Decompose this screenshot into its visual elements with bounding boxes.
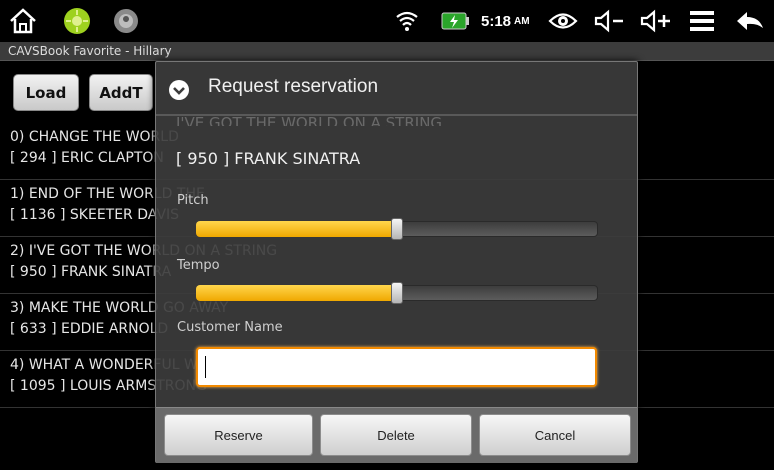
clock-time: 5:18 [481, 12, 512, 30]
app-title: CAVSBook Favorite - Hillary [8, 44, 172, 58]
song-title: 0) CHANGE THE WORLD [10, 129, 179, 145]
status-bar: 5:18 AM [0, 0, 774, 42]
home-icon[interactable] [6, 0, 40, 42]
tempo-slider[interactable] [196, 282, 598, 304]
volume-down-icon[interactable] [590, 0, 630, 42]
customer-name-label: Customer Name [177, 320, 283, 335]
tempo-fill [196, 285, 397, 301]
app-title-bar: CAVSBook Favorite - Hillary [0, 42, 774, 61]
reserve-button[interactable]: Reserve [164, 414, 313, 456]
addt-button[interactable]: AddT [89, 74, 153, 111]
clock: 5:18 AM [481, 0, 530, 42]
song-artist: [ 950 ] FRANK SINATRA [10, 264, 172, 280]
battery-icon [438, 0, 472, 42]
eye-icon[interactable] [545, 0, 581, 42]
chevron-down-icon [169, 80, 189, 100]
dialog-button-bar: Reserve Delete Cancel [156, 407, 637, 463]
menu-icon[interactable] [684, 0, 720, 42]
delete-button[interactable]: Delete [320, 414, 472, 456]
back-icon[interactable] [730, 0, 770, 42]
text-caret [205, 356, 206, 378]
pitch-thumb[interactable] [391, 218, 403, 240]
customer-name-input[interactable] [196, 347, 597, 387]
cancel-button[interactable]: Cancel [479, 414, 631, 456]
dialog-song-artist: [ 950 ] FRANK SINATRA [176, 149, 361, 168]
reservation-dialog: Request reservation I'VE GOT THE WORLD O… [155, 61, 638, 463]
dialog-title: Request reservation [208, 76, 379, 97]
pitch-label: Pitch [177, 193, 209, 208]
song-artist: [ 1136 ] SKEETER DAVIS [10, 207, 180, 223]
song-artist: [ 294 ] ERIC CLAPTON [10, 150, 164, 166]
load-button[interactable]: Load [13, 74, 79, 111]
clock-ampm: AM [514, 15, 530, 27]
tempo-label: Tempo [177, 258, 220, 273]
dialog-header: Request reservation [156, 62, 637, 114]
app-icon[interactable] [109, 0, 143, 42]
pitch-fill [196, 221, 397, 237]
pitch-slider[interactable] [196, 218, 598, 240]
volume-up-icon[interactable] [636, 0, 676, 42]
scrolled-song-title: I'VE GOT THE WORLD ON A STRING [176, 114, 443, 126]
wifi-icon [392, 0, 422, 42]
android-app-icon[interactable] [60, 0, 94, 42]
tempo-thumb[interactable] [391, 282, 403, 304]
song-artist: [ 633 ] EDDIE ARNOLD [10, 321, 169, 337]
